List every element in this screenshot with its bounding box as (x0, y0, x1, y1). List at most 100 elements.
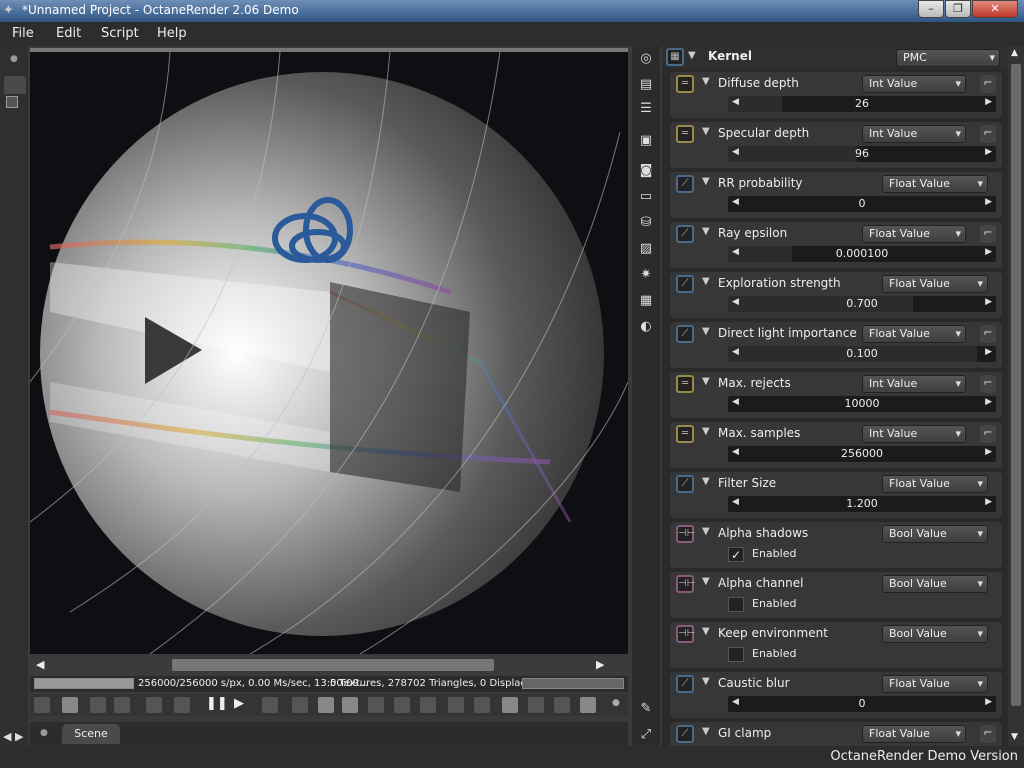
pick-icon[interactable] (114, 697, 130, 713)
database-icon[interactable]: ⛁ (637, 214, 655, 232)
left-panel-tab[interactable] (4, 76, 26, 94)
tab-scene[interactable]: Scene (62, 724, 120, 744)
collapse-triangle-icon[interactable]: ▼ (702, 676, 710, 687)
image-icon[interactable]: ▣ (637, 132, 655, 150)
float-value-icon[interactable]: ⟋ (676, 725, 694, 743)
kernel-type-select[interactable]: PMC (896, 49, 1000, 67)
collapse-triangle-icon[interactable]: ▼ (702, 326, 710, 337)
value-type-select[interactable]: Bool Value (882, 525, 988, 543)
float-value-icon[interactable]: ⟋ (676, 175, 694, 193)
region-icon[interactable] (90, 697, 106, 713)
close-button[interactable]: ✕ (972, 0, 1018, 18)
checker-icon[interactable] (580, 697, 596, 713)
value-type-select[interactable]: Float Value (862, 225, 966, 243)
value-type-select[interactable]: Float Value (882, 175, 988, 193)
increment-icon[interactable]: ▶ (985, 447, 992, 457)
float-value-icon[interactable]: ⟋ (676, 325, 694, 343)
collapse-triangle-icon[interactable]: ▼ (702, 426, 710, 437)
collapse-triangle-icon[interactable]: ▼ (702, 726, 710, 737)
param-slider[interactable]: ◀ 1.200 ▶ (728, 496, 996, 512)
restart-render-icon[interactable] (62, 697, 78, 713)
collapse-triangle-icon[interactable]: ▼ (702, 176, 710, 187)
light-icon[interactable]: ✷ (637, 266, 655, 284)
int-value-icon[interactable]: ═ (676, 125, 694, 143)
increment-icon[interactable]: ▶ (985, 247, 992, 257)
param-slider[interactable]: ◀ 0 ▶ (728, 696, 996, 712)
monitor-icon[interactable]: ▭ (637, 188, 655, 206)
value-type-select[interactable]: Float Value (862, 725, 966, 743)
bool-value-icon[interactable]: ⊣⊢ (676, 525, 695, 543)
scroll-down-icon[interactable]: ▼ (1011, 732, 1018, 742)
collapse-triangle-icon[interactable]: ▼ (688, 50, 696, 61)
param-checkbox[interactable]: ✓ (728, 547, 744, 562)
link-icon[interactable]: ⌐ (980, 725, 996, 743)
int-value-icon[interactable]: ═ (676, 425, 694, 443)
value-type-select[interactable]: Bool Value (882, 575, 988, 593)
link-icon[interactable]: ⌐ (980, 125, 996, 143)
scroll-left-icon[interactable]: ◀ (36, 658, 44, 671)
collapse-triangle-icon[interactable]: ▼ (702, 226, 710, 237)
scroll-up-icon[interactable]: ▲ (1011, 48, 1018, 58)
camera-settings-icon[interactable]: ◎ (637, 50, 655, 68)
minimize-button[interactable]: – (918, 0, 944, 18)
increment-icon[interactable]: ▶ (985, 197, 992, 207)
kernel-icon[interactable]: ▦ (666, 48, 684, 66)
pause-icon[interactable]: ❚❚ (206, 696, 228, 711)
kernel-icon[interactable]: ▦ (637, 292, 655, 310)
int-value-icon[interactable]: ═ (676, 75, 694, 93)
grid-icon[interactable] (474, 697, 490, 713)
picture-icon[interactable]: ▨ (637, 240, 655, 258)
value-type-select[interactable]: Int Value (862, 425, 966, 443)
value-type-select[interactable]: Float Value (882, 475, 988, 493)
zoom-icon[interactable] (448, 697, 464, 713)
fullscreen-icon[interactable]: ⤢ (637, 726, 655, 744)
increment-icon[interactable]: ▶ (985, 297, 992, 307)
value-type-select[interactable]: Bool Value (882, 625, 988, 643)
collapse-triangle-icon[interactable]: ▼ (702, 476, 710, 487)
param-slider[interactable]: ◀ 10000 ▶ (728, 396, 996, 412)
collapse-triangle-icon[interactable]: ▼ (702, 76, 710, 87)
link-icon[interactable]: ⌐ (980, 75, 996, 93)
spinner-icon[interactable] (502, 697, 518, 713)
collapse-triangle-icon[interactable]: ▼ (702, 626, 710, 637)
viewport-horizontal-scrollbar[interactable]: ◀ ▶ (30, 656, 628, 674)
link-icon[interactable]: ⌐ (980, 425, 996, 443)
param-slider[interactable]: ◀ 0.700 ▶ (728, 296, 996, 312)
render-target-icon[interactable] (262, 697, 278, 713)
collapse-triangle-icon[interactable]: ▼ (702, 126, 710, 137)
collapse-triangle-icon[interactable]: ▼ (702, 276, 710, 287)
link-icon[interactable]: ⌐ (980, 325, 996, 343)
layers-icon[interactable]: ▤ (637, 76, 655, 94)
scroll-thumb[interactable] (1011, 64, 1021, 706)
param-slider[interactable]: ◀ 96 ▶ (728, 146, 996, 162)
menu-file[interactable]: File (12, 26, 34, 41)
param-checkbox[interactable] (728, 647, 744, 662)
play-icon[interactable]: ▶ (234, 696, 244, 711)
link-icon[interactable]: ⌐ (980, 225, 996, 243)
settings-icon[interactable] (368, 697, 384, 713)
clip-icon[interactable] (420, 697, 436, 713)
value-type-select[interactable]: Int Value (862, 75, 966, 93)
float-value-icon[interactable]: ⟋ (676, 225, 694, 243)
float-value-icon[interactable]: ⟋ (676, 275, 694, 293)
value-type-select[interactable]: Float Value (882, 275, 988, 293)
wrench-icon[interactable]: ✎ (637, 700, 655, 718)
menu-edit[interactable]: Edit (56, 26, 81, 41)
layers-icon[interactable] (554, 697, 570, 713)
increment-icon[interactable]: ▶ (985, 347, 992, 357)
value-type-select[interactable]: Int Value (862, 125, 966, 143)
increment-icon[interactable]: ▶ (985, 147, 992, 157)
increment-icon[interactable]: ▶ (985, 697, 992, 707)
node-icon[interactable] (6, 96, 18, 108)
scroll-thumb[interactable] (172, 659, 494, 671)
increment-icon[interactable]: ▶ (985, 497, 992, 507)
focus-icon[interactable] (342, 697, 358, 713)
collapse-triangle-icon[interactable]: ▼ (702, 376, 710, 387)
collapse-triangle-icon[interactable]: ▼ (702, 576, 710, 587)
value-type-select[interactable]: Float Value (882, 675, 988, 693)
rewind-icon[interactable] (174, 697, 190, 713)
copy-icon[interactable] (528, 697, 544, 713)
right-arrow-icon[interactable]: ▶ (15, 730, 23, 743)
bool-value-icon[interactable]: ⊣⊢ (676, 575, 695, 593)
float-value-icon[interactable]: ⟋ (676, 675, 694, 693)
